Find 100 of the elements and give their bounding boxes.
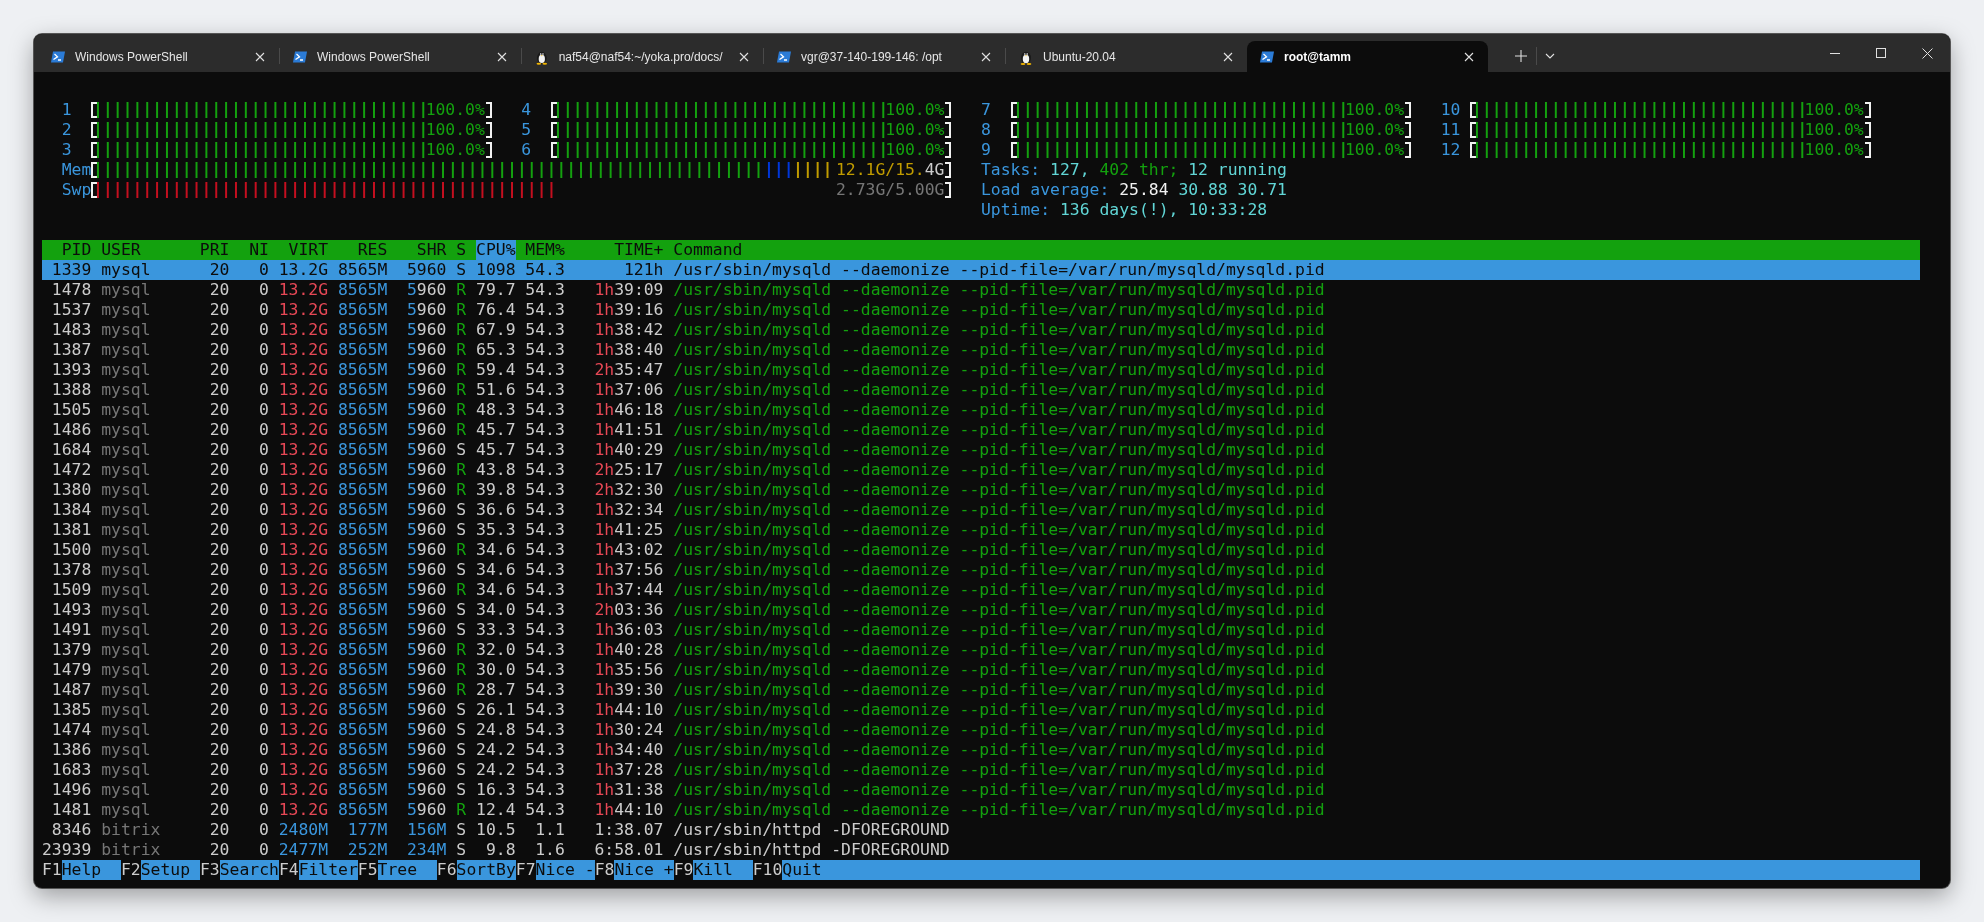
process-row[interactable]: 1387 mysql 20 0 13.2G 8565M 5960 R 65.3 54.3 1h38:40 /usr/sbin/mysqld --daemonize --pid-file=/var/run/mysqld/mysqld.pid	[42, 340, 1920, 360]
process-row[interactable]: 1385 mysql 20 0 13.2G 8565M 5960 S 26.1 54.3 1h44:10 /usr/sbin/mysqld --daemonize --pid-file=/var/run/mysqld/mysqld.pid	[42, 700, 1920, 720]
process-row[interactable]: 1388 mysql 20 0 13.2G 8565M 5960 R 51.6 54.3 1h37:06 /usr/sbin/mysqld --daemonize --pid-file=/var/run/mysqld/mysqld.pid	[42, 380, 1920, 400]
process-row[interactable]: 1381 mysql 20 0 13.2G 8565M 5960 S 35.3 54.3 1h41:25 /usr/sbin/mysqld --daemonize --pid-file=/var/run/mysqld/mysqld.pid	[42, 520, 1920, 540]
process-row[interactable]: 1474 mysql 20 0 13.2G 8565M 5960 S 24.8 54.3 1h30:24 /usr/sbin/mysqld --daemonize --pid-file=/var/run/mysqld/mysqld.pid	[42, 720, 1920, 740]
column-header[interactable]: VIRT	[278, 240, 329, 260]
function-key-label[interactable]: Help	[61, 860, 121, 880]
process-row[interactable]: 1483 mysql 20 0 13.2G 8565M 5960 R 67.9 54.3 1h38:42 /usr/sbin/mysqld --daemonize --pid-file=/var/run/mysqld/mysqld.pid	[42, 320, 1920, 340]
function-key-label[interactable]: Tree	[377, 860, 437, 880]
table-cell: 67.9	[476, 320, 516, 340]
process-row[interactable]: 1486 mysql 20 0 13.2G 8565M 5960 R 45.7 54.3 1h41:51 /usr/sbin/mysqld --daemonize --pid-file=/var/run/mysqld/mysqld.pid	[42, 420, 1920, 440]
table-cell-text: 1385	[50, 700, 92, 720]
table-cell: 54.3	[525, 760, 565, 780]
table-cell-text: mysql	[101, 800, 152, 820]
column-header[interactable]: USER	[101, 240, 190, 260]
table-cell-text: 0	[258, 640, 269, 660]
process-row[interactable]: 23939 bitrix 20 0 2477M 252M 234M S 9.8 1.6 6:58.01 /usr/sbin/httpd -DFOREGROUND	[42, 840, 1920, 860]
process-row[interactable]: 1491 mysql 20 0 13.2G 8565M 5960 S 33.3 54.3 1h36:03 /usr/sbin/mysqld --daemonize --pid-file=/var/run/mysqld/mysqld.pid	[42, 620, 1920, 640]
process-row[interactable]: 1380 mysql 20 0 13.2G 8565M 5960 R 39.8 54.3 2h32:30 /usr/sbin/mysqld --daemonize --pid-file=/var/run/mysqld/mysqld.pid	[42, 480, 1920, 500]
process-row[interactable]: 1537 mysql 20 0 13.2G 8565M 5960 R 76.4 54.3 1h39:16 /usr/sbin/mysqld --daemonize --pid-file=/var/run/mysqld/mysqld.pid	[42, 300, 1920, 320]
process-row[interactable]: 1384 mysql 20 0 13.2G 8565M 5960 S 36.6 54.3 1h32:34 /usr/sbin/mysqld --daemonize --pid-file=/var/run/mysqld/mysqld.pid	[42, 500, 1920, 520]
table-cell: R	[456, 480, 467, 500]
tab[interactable]: root@tamm	[1247, 41, 1488, 72]
function-key-label[interactable]: Nice +	[614, 860, 674, 880]
process-row[interactable]: 1479 mysql 20 0 13.2G 8565M 5960 R 30.0 54.3 1h35:56 /usr/sbin/mysqld --daemonize --pid-file=/var/run/mysqld/mysqld.pid	[42, 660, 1920, 680]
table-cell: 13.2G	[278, 640, 329, 660]
table-cell-text: 5960	[405, 260, 447, 280]
table-cell-text: /usr/sbin/mysqld --daemonize --pid-file=/var/run/mysqld/mysqld.pid	[673, 440, 1326, 460]
column-header[interactable]: S	[456, 240, 467, 260]
function-key-label[interactable]: Filter	[298, 860, 358, 880]
tab[interactable]: Windows PowerShell	[38, 41, 279, 72]
process-row[interactable]: 1509 mysql 20 0 13.2G 8565M 5960 R 34.6 54.3 1h37:44 /usr/sbin/mysqld --daemonize --pid-file=/var/run/mysqld/mysqld.pid	[42, 580, 1920, 600]
column-header[interactable]: TIME+	[574, 240, 664, 260]
table-cell-text: mysql	[101, 640, 152, 660]
function-key-label[interactable]: Setup	[140, 860, 200, 880]
process-row[interactable]: 1684 mysql 20 0 13.2G 8565M 5960 S 45.7 54.3 1h40:29 /usr/sbin/mysqld --daemonize --pid-file=/var/run/mysqld/mysqld.pid	[42, 440, 1920, 460]
meter-reading: 100.0%	[885, 122, 945, 138]
table-cell-text: mysql	[101, 400, 152, 420]
tab[interactable]: Windows PowerShell	[280, 41, 521, 72]
table-cell-text: 5960	[405, 560, 447, 580]
column-header[interactable]: RES	[337, 240, 388, 260]
column-header[interactable]: PRI	[199, 240, 230, 260]
function-key-label[interactable]: Kill	[693, 860, 753, 880]
meter-label: 5	[521, 120, 533, 140]
table-cell: 28.7	[476, 680, 516, 700]
process-row[interactable]: 1683 mysql 20 0 13.2G 8565M 5960 S 24.2 54.3 1h37:28 /usr/sbin/mysqld --daemonize --pid-file=/var/run/mysqld/mysqld.pid	[42, 760, 1920, 780]
table-cell-text: 1505	[50, 400, 92, 420]
column-header[interactable]: CPU%	[476, 240, 516, 260]
column-header[interactable]: PID	[42, 240, 92, 260]
table-cell-text: 0	[258, 680, 269, 700]
tab[interactable]: vgr@37-140-199-146: /opt	[764, 41, 1005, 72]
table-cell-text: 1h41:25	[593, 520, 664, 540]
meter-text: Tasks: 127, 402 thr; 12 running	[981, 160, 1288, 180]
tab-title: root@tamm	[1284, 49, 1353, 64]
tab[interactable]: naf54@naf54:~/yoka.pro/docs/	[522, 41, 763, 72]
process-row[interactable]: 1481 mysql 20 0 13.2G 8565M 5960 R 12.4 54.3 1h44:10 /usr/sbin/mysqld --daemonize --pid-file=/var/run/mysqld/mysqld.pid	[42, 800, 1920, 820]
function-key-label[interactable]: Nice -	[535, 860, 595, 880]
function-key-label[interactable]: Search	[219, 860, 279, 880]
table-cell: 8565M	[337, 440, 388, 460]
table-cell: 8565M	[337, 380, 388, 400]
process-row[interactable]: 1493 mysql 20 0 13.2G 8565M 5960 S 34.0 54.3 2h03:36 /usr/sbin/mysqld --daemonize --pid-file=/var/run/mysqld/mysqld.pid	[42, 600, 1920, 620]
table-cell-text: 20	[208, 300, 230, 320]
table-cell-text: 1496	[50, 780, 92, 800]
table-cell-text: 1h38:42	[593, 320, 664, 340]
process-row[interactable]: 1378 mysql 20 0 13.2G 8565M 5960 S 34.6 54.3 1h37:56 /usr/sbin/mysqld --daemonize --pid-file=/var/run/mysqld/mysqld.pid	[42, 560, 1920, 580]
table-cell-text: /usr/sbin/mysqld --daemonize --pid-file=/var/run/mysqld/mysqld.pid	[673, 660, 1326, 680]
process-row[interactable]: 1379 mysql 20 0 13.2G 8565M 5960 R 32.0 54.3 1h40:28 /usr/sbin/mysqld --daemonize --pid-file=/var/run/mysqld/mysqld.pid	[42, 640, 1920, 660]
process-row[interactable]: 8346 bitrix 20 0 2480M 177M 156M S 10.5 1.1 1:38.07 /usr/sbin/httpd -DFOREGROUND	[42, 820, 1920, 840]
column-header[interactable]: Command	[673, 240, 1920, 260]
meter-reading: 100.0%	[425, 142, 485, 158]
process-row[interactable]: 1478 mysql 20 0 13.2G 8565M 5960 R 79.7 54.3 1h39:09 /usr/sbin/mysqld --daemonize --pid-file=/var/run/mysqld/mysqld.pid	[42, 280, 1920, 300]
table-cell: R	[456, 380, 467, 400]
table-cell: 54.3	[525, 420, 565, 440]
process-row[interactable]: 1386 mysql 20 0 13.2G 8565M 5960 S 24.2 54.3 1h34:40 /usr/sbin/mysqld --daemonize --pid-file=/var/run/mysqld/mysqld.pid	[42, 740, 1920, 760]
process-row[interactable]: 1339 mysql 20 0 13.2G 8565M 5960 S 1098 54.3 121h /usr/sbin/mysqld --daemonize --pid-file=/var/run/mysqld/mysqld.pid	[42, 260, 1920, 280]
column-header[interactable]: SHR	[397, 240, 447, 260]
close-icon	[255, 51, 265, 62]
table-cell-text: 1.6	[534, 840, 565, 860]
table-cell-text: 20	[208, 620, 230, 640]
table-cell-text: mysql	[101, 740, 152, 760]
tab[interactable]: Ubuntu-20.04	[1006, 41, 1247, 72]
table-cell-text: 0	[258, 720, 269, 740]
process-row[interactable]: 1393 mysql 20 0 13.2G 8565M 5960 R 59.4 54.3 2h35:47 /usr/sbin/mysqld --daemonize --pid-file=/var/run/mysqld/mysqld.pid	[42, 360, 1920, 380]
table-cell-text: 1h37:28	[593, 760, 664, 780]
table-cell: 33.3	[476, 620, 516, 640]
process-row[interactable]: 1496 mysql 20 0 13.2G 8565M 5960 S 16.3 54.3 1h31:38 /usr/sbin/mysqld --daemonize --pid-file=/var/run/mysqld/mysqld.pid	[42, 780, 1920, 800]
column-header[interactable]: MEM%	[525, 240, 565, 260]
table-cell-text: 5960	[405, 620, 447, 640]
plus-icon	[1515, 50, 1527, 62]
process-row[interactable]: 1505 mysql 20 0 13.2G 8565M 5960 R 48.3 54.3 1h46:18 /usr/sbin/mysqld --daemonize --pid-file=/var/run/mysqld/mysqld.pid	[42, 400, 1920, 420]
function-key-label[interactable]: Quit	[782, 860, 1920, 880]
table-cell-text: mysql	[101, 540, 152, 560]
table-cell-text: /usr/sbin/mysqld --daemonize --pid-file=/var/run/mysqld/mysqld.pid	[673, 540, 1326, 560]
process-row[interactable]: 1500 mysql 20 0 13.2G 8565M 5960 R 34.6 54.3 1h43:02 /usr/sbin/mysqld --daemonize --pid-file=/var/run/mysqld/mysqld.pid	[42, 540, 1920, 560]
process-row[interactable]: 1472 mysql 20 0 13.2G 8565M 5960 R 43.8 54.3 2h25:17 /usr/sbin/mysqld --daemonize --pid-file=/var/run/mysqld/mysqld.pid	[42, 460, 1920, 480]
column-header[interactable]: NI	[239, 240, 269, 260]
table-cell-text: mysql	[101, 720, 152, 740]
process-row[interactable]: 1487 mysql 20 0 13.2G 8565M 5960 R 28.7 54.3 1h39:30 /usr/sbin/mysqld --daemonize --pid-file=/var/run/mysqld/mysqld.pid	[42, 680, 1920, 700]
table-cell-text: 1h44:10	[593, 800, 664, 820]
function-key-label[interactable]: SortBy	[456, 860, 516, 880]
